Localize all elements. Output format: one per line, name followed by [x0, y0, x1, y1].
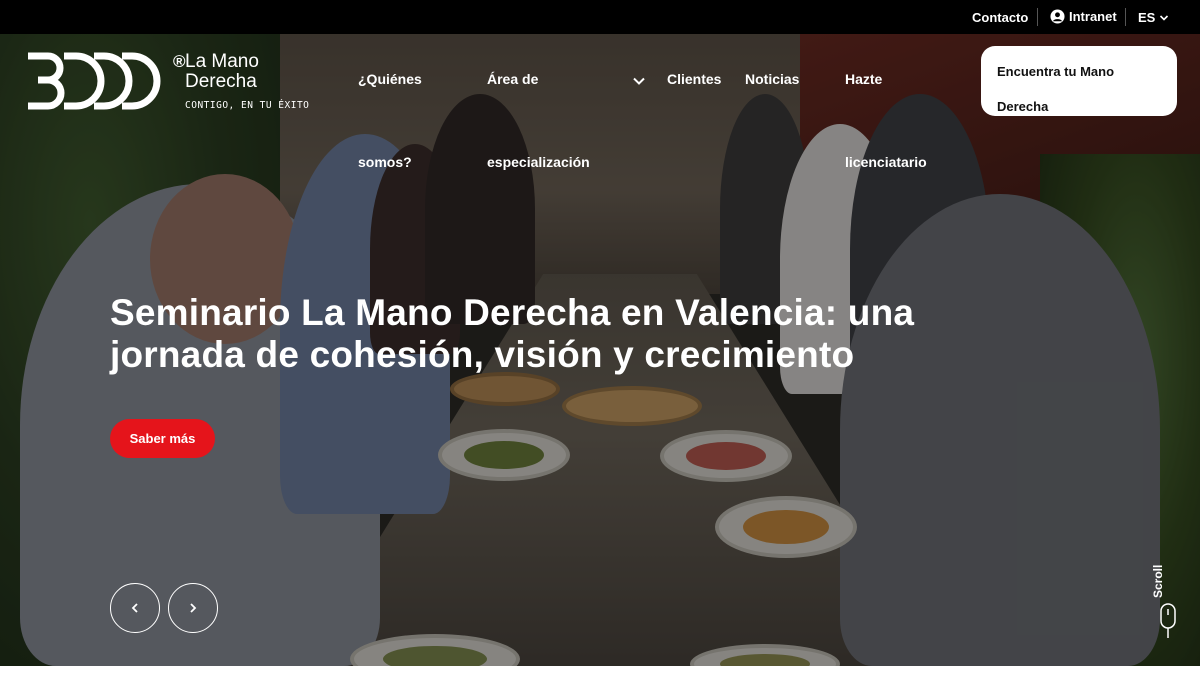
brand-name: La Mano Derecha [185, 52, 305, 92]
nav-quienes-somos[interactable]: ¿Quiénes [358, 38, 422, 121]
nav-hazte-licenciatario-line2[interactable]: licenciatario [845, 121, 927, 204]
scroll-label: Scroll [1151, 564, 1165, 598]
nav-area-especializacion-line2[interactable]: especialización [487, 121, 590, 204]
language-selector[interactable]: ES [1138, 10, 1169, 25]
cta-label-line1: Encuentra tu Mano [997, 64, 1115, 79]
chevron-right-icon [190, 603, 197, 613]
brand-tagline: CONTIGO, EN TU ÉXITO [185, 100, 310, 111]
nav-area-especializacion[interactable]: Área de [487, 38, 538, 121]
language-label: ES [1138, 10, 1156, 25]
intranet-link[interactable]: Intranet [1050, 9, 1117, 24]
page-bottom-edge [0, 666, 1200, 675]
divider [1125, 8, 1126, 26]
logo-mark-icon [28, 52, 161, 110]
chevron-left-icon [131, 603, 138, 613]
brand-name-line1: La Mano [185, 51, 259, 72]
nav-noticias[interactable]: Noticias [745, 38, 799, 121]
next-slide-button[interactable] [168, 583, 218, 633]
registered-mark: ® [173, 52, 186, 71]
nav-clientes[interactable]: Clientes [667, 38, 721, 121]
brand-name-line2: Derecha [185, 71, 257, 92]
top-bar: Contacto Intranet ES [0, 0, 1200, 34]
user-circle-icon [1050, 9, 1065, 24]
mouse-scroll-icon[interactable] [1159, 602, 1177, 640]
hero-headline: Seminario La Mano Derecha en Valencia: u… [110, 292, 915, 375]
cta-label-line2: Derecha [997, 99, 1049, 114]
contact-link[interactable]: Contacto [972, 10, 1028, 25]
chevron-down-icon [1160, 14, 1169, 21]
prev-slide-button[interactable] [110, 583, 160, 633]
divider [1037, 8, 1038, 26]
nav-hazte-licenciatario[interactable]: Hazte [845, 38, 882, 121]
intranet-label: Intranet [1069, 9, 1117, 24]
saber-mas-button[interactable]: Saber más [110, 419, 215, 458]
nav-quienes-somos-line2[interactable]: somos? [358, 121, 412, 204]
chevron-down-icon[interactable] [632, 74, 646, 88]
find-your-mano-button[interactable]: Encuentra tu Mano Derecha [981, 46, 1177, 116]
